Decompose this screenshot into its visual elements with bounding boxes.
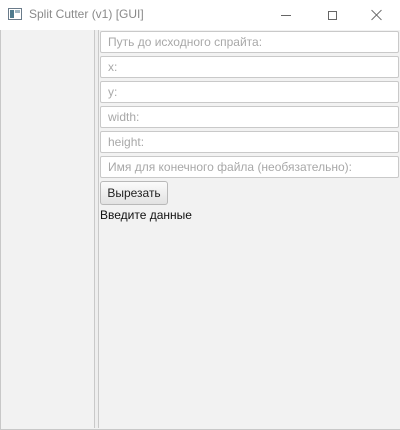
height-input[interactable] (100, 131, 399, 153)
x-input[interactable] (100, 56, 399, 78)
app-icon (8, 8, 22, 20)
maximize-button[interactable] (309, 0, 355, 30)
close-button[interactable] (354, 0, 400, 30)
output-filename-input[interactable] (100, 156, 399, 178)
client-area: Вырезать Введите данные (0, 30, 400, 430)
window-title: Split Cutter (v1) [GUI] (29, 7, 144, 21)
cut-button[interactable]: Вырезать (100, 181, 168, 205)
left-pane (1, 30, 94, 428)
title-bar[interactable]: Split Cutter (v1) [GUI] (0, 0, 400, 30)
minimize-button[interactable] (263, 0, 309, 30)
minimize-icon (281, 14, 291, 16)
y-input[interactable] (100, 81, 399, 103)
form-pane: Вырезать Введите данные (99, 30, 400, 428)
close-icon (371, 9, 383, 21)
status-label: Введите данные (100, 208, 192, 222)
source-sprite-path-input[interactable] (100, 31, 399, 53)
width-input[interactable] (100, 106, 399, 128)
app-window: Split Cutter (v1) [GUI] Вырезать Введите… (0, 0, 400, 430)
maximize-icon (327, 10, 337, 20)
